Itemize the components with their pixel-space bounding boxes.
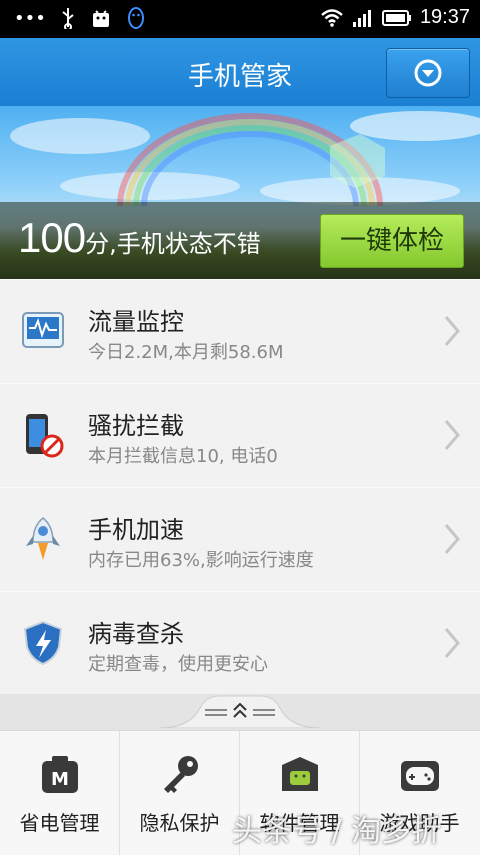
more-dots-icon: •••: [14, 7, 46, 29]
list-item-speedup[interactable]: 手机加速 内存已用63%,影响运行速度: [0, 487, 480, 592]
status-banner: 100分,手机状态不错 一键体检: [0, 106, 480, 279]
dock-item-label: 隐私保护: [139, 811, 220, 835]
battery-manage-icon: M: [42, 756, 78, 793]
traffic-monitor-icon: [22, 312, 64, 348]
item-title: 骚扰拦截: [88, 412, 184, 440]
chevron-right-icon: [444, 420, 460, 450]
android-debug-icon: [92, 10, 109, 27]
signal-icon: [352, 9, 371, 27]
status-left-icons: •••: [14, 6, 146, 30]
score-value: 100: [18, 214, 86, 261]
wifi-icon: [321, 8, 343, 27]
usb-icon: [62, 8, 74, 29]
score-description: 分,手机状态不错: [85, 230, 261, 258]
status-right-icons: 19:37: [320, 6, 470, 29]
dock-item-privacy[interactable]: 隐私保护: [120, 731, 240, 855]
svg-text:M: M: [51, 769, 69, 790]
watermark-text: 头条号 / 淘多折: [232, 814, 442, 849]
item-subtitle: 今日2.2M,本月剩58.6M: [88, 342, 284, 363]
chevron-right-icon: [444, 316, 460, 346]
one-click-checkup-button[interactable]: 一键体检: [320, 214, 464, 268]
qq-penguin-icon: [127, 7, 144, 29]
clock: 19:37: [419, 6, 470, 28]
item-subtitle: 内存已用63%,影响运行速度: [88, 550, 314, 571]
item-subtitle: 定期查毒，使用更安心: [88, 654, 268, 675]
app-box-icon: [282, 757, 318, 791]
phone-score: 100分,手机状态不错: [18, 214, 261, 262]
rocket-icon: [26, 517, 60, 560]
battery-icon: [381, 9, 411, 26]
item-title: 病毒查杀: [88, 620, 184, 648]
chevron-right-icon: [444, 524, 460, 554]
list-item-harassment[interactable]: 骚扰拦截 本月拦截信息10, 电话0: [0, 383, 480, 488]
chevron-down-circle-icon: [414, 59, 442, 87]
dock-expand-handle[interactable]: [0, 694, 480, 730]
list-item-antivirus[interactable]: 病毒查杀 定期查毒，使用更安心: [0, 591, 480, 696]
chevron-right-icon: [444, 628, 460, 658]
item-title: 流量监控: [88, 308, 184, 336]
gamepad-icon: [401, 761, 439, 791]
dock-item-label: 省电管理: [19, 811, 100, 835]
app-header: 手机管家: [0, 38, 480, 106]
item-title: 手机加速: [88, 516, 184, 544]
dock-item-power[interactable]: M 省电管理: [0, 731, 120, 855]
item-subtitle: 本月拦截信息10, 电话0: [88, 446, 278, 467]
feature-list: 流量监控 今日2.2M,本月剩58.6M 骚扰拦截 本月拦截信息10, 电话0 …: [0, 279, 480, 696]
status-bar: ••• 19:37: [0, 0, 480, 38]
virus-shield-icon: [23, 620, 63, 666]
expand-up-icon: [160, 695, 320, 728]
key-icon: [164, 756, 198, 793]
list-item-traffic[interactable]: 流量监控 今日2.2M,本月剩58.6M: [0, 279, 480, 384]
menu-dropdown-button[interactable]: [386, 48, 470, 98]
harassment-block-icon: [26, 414, 64, 458]
